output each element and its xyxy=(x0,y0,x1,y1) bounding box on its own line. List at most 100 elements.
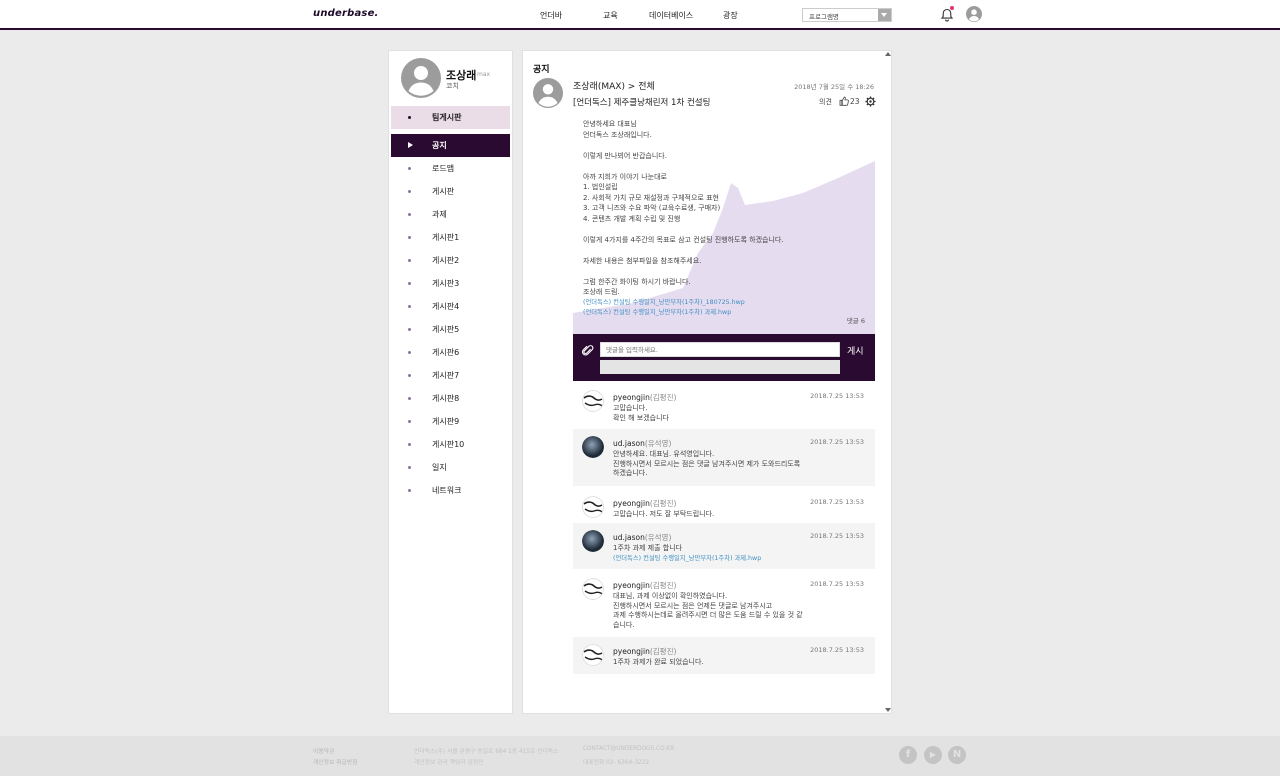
like-count: 23 xyxy=(850,97,860,106)
sidebar-item-6[interactable]: 게시판3 xyxy=(391,272,510,295)
notification-dot xyxy=(950,6,954,10)
sidebar-item-7[interactable]: 게시판4 xyxy=(391,295,510,318)
nav-education[interactable]: 교육 xyxy=(603,10,618,21)
facebook-icon[interactable]: f xyxy=(899,746,917,764)
bullet-icon xyxy=(408,190,411,193)
like-icon[interactable] xyxy=(839,96,849,106)
submit-comment-button[interactable]: 게시 xyxy=(847,344,864,357)
program-select[interactable]: 프로그램명 xyxy=(802,8,892,22)
attachment-link-2[interactable]: (언더독스) 컨설팅 수행일지_낭만부자(1주차) 과제.hwp xyxy=(583,307,731,316)
sidebar-item-0[interactable]: 공지 xyxy=(391,134,510,157)
nav-database[interactable]: 데이터베이스 xyxy=(649,10,693,21)
sidebar-item-label: 게시판6 xyxy=(432,348,460,357)
comment-username[interactable]: pyeongjin(김평진) xyxy=(613,498,676,509)
nav-square[interactable]: 광장 xyxy=(723,10,738,21)
comment-username[interactable]: ud.jason(유석영) xyxy=(613,532,671,543)
attachment-link-1[interactable]: (언더독스) 컨설팅 수행일지_낭만부자(1주차)_180725.hwp xyxy=(583,297,745,306)
profile-avatar-icon xyxy=(401,58,441,98)
attach-clip-icon[interactable] xyxy=(582,344,594,357)
bullet-icon xyxy=(408,116,411,119)
scroll-up-arrow-icon[interactable] xyxy=(885,52,891,56)
logo[interactable]: underbase. xyxy=(313,8,379,19)
bullet-icon xyxy=(408,167,411,170)
naver-icon[interactable]: N xyxy=(948,746,966,764)
sidebar-item-label: 과제 xyxy=(432,210,447,219)
sidebar-item-3[interactable]: 과제 xyxy=(391,203,510,226)
sidebar-item-4[interactable]: 게시판1 xyxy=(391,226,510,249)
comment-username[interactable]: pyeongjin(김평진) xyxy=(613,580,676,591)
bullet-icon xyxy=(408,259,411,262)
sidebar-item-5[interactable]: 게시판2 xyxy=(391,249,510,272)
comment-line: 안녕하세요. 대표님. 유석영입니다. xyxy=(613,450,715,458)
comment-user-id: pyeongjin xyxy=(613,393,650,402)
author-avatar-icon xyxy=(533,78,563,108)
top-header: underbase. 언더바 교육 데이터베이스 광장 프로그램명 xyxy=(0,0,1280,30)
privacy-link[interactable]: 개인정보 취급방침 xyxy=(313,757,358,766)
bell-icon[interactable] xyxy=(940,8,954,22)
comment-input-secondary[interactable] xyxy=(600,360,840,374)
opinion-button[interactable]: 의견 xyxy=(819,97,832,107)
comment-date: 2018.7.25 13:53 xyxy=(810,498,864,506)
comment-user-kname: (김평진) xyxy=(649,499,677,508)
play-arrow-icon xyxy=(408,142,413,148)
sidebar-item-12[interactable]: 게시판9 xyxy=(391,410,510,433)
post-line: 그럼 한주간 화이팅 하시기 바랍니다. xyxy=(583,277,691,286)
comment-text: 고맙습니다. 확인 해 보겠습니다 xyxy=(613,404,813,423)
comment-user-id: ud.jason xyxy=(613,439,645,448)
sidebar-item-label: 게시판2 xyxy=(432,256,460,265)
comment-item: ud.jason(유석영) 2018.7.25 13:53 안녕하세요. 대표님. … xyxy=(573,429,875,486)
bullet-icon xyxy=(408,328,411,331)
youtube-icon[interactable]: ▶ xyxy=(924,746,942,764)
comment-item: pyeongjin(김평진) 2018.7.25 13:53 고맙습니다. 저도 잘… xyxy=(573,489,875,522)
sidebar-item-label: 게시판 xyxy=(432,187,455,196)
user-avatar-icon[interactable] xyxy=(966,6,982,22)
post-line: 안녕하세요 대표님 xyxy=(583,120,637,128)
comment-user-id: ud.jason xyxy=(613,533,645,542)
comment-item: pyeongjin(김평진) 2018.7.25 13:53 고맙습니다. 확인 해 … xyxy=(573,383,875,427)
comment-user-kname: (김평진) xyxy=(649,581,677,590)
sidebar-item-15[interactable]: 네트워크 xyxy=(391,479,510,502)
bullet-icon xyxy=(408,466,411,469)
terms-link[interactable]: 이용약관 xyxy=(313,746,334,755)
page-title: 공지 xyxy=(533,65,550,75)
comment-line: 하겠습니다. xyxy=(613,469,648,477)
sidebar-item-label: 로드맵 xyxy=(432,164,455,173)
comment-attachment-link[interactable]: (언더독스) 컨설팅 수행일지_낭만부자(1주차) 과제.hwp xyxy=(613,554,813,564)
sidebar-item-8[interactable]: 게시판5 xyxy=(391,318,510,341)
bullet-icon xyxy=(408,213,411,216)
bullet-icon xyxy=(408,397,411,400)
gear-icon[interactable] xyxy=(865,96,876,107)
bullet-icon xyxy=(408,489,411,492)
comment-line: 습니다. xyxy=(613,620,635,629)
comment-avatar xyxy=(582,390,604,412)
sidebar-item-label: 일지 xyxy=(432,463,447,472)
scroll-down-arrow-icon[interactable] xyxy=(885,708,891,712)
nav-underbar[interactable]: 언더바 xyxy=(540,10,562,21)
post-author[interactable]: 조상래(MAX) > 전체 xyxy=(573,79,655,92)
sidebar-item-label: 공지 xyxy=(432,141,447,150)
sidebar-item-13[interactable]: 게시판10 xyxy=(391,433,510,456)
team-board-header[interactable]: 팀게시판 xyxy=(391,106,510,129)
contact-email: CONTACT@UNDERDOGS.CO.KR xyxy=(583,746,675,752)
sidebar-item-2[interactable]: 게시판 xyxy=(391,180,510,203)
post-line: 2. 사회적 가치 규모 재설정과 구체적으로 표현 xyxy=(583,193,719,202)
sidebar-item-1[interactable]: 로드맵 xyxy=(391,157,510,180)
bullet-icon xyxy=(408,305,411,308)
sidebar-item-10[interactable]: 게시판7 xyxy=(391,364,510,387)
privacy-manager: 개인정보 관리 책임자 김정민 xyxy=(414,760,484,766)
sidebar-item-9[interactable]: 게시판6 xyxy=(391,341,510,364)
post-line: 4. 콘텐츠 개발 계획 수립 및 진행 xyxy=(583,214,681,223)
comment-input[interactable] xyxy=(600,342,840,357)
post-line xyxy=(583,161,784,172)
comment-count: 댓글 6 xyxy=(846,317,865,325)
post-title: [언더독스] 제주클낭채린저 1차 컨설팅 xyxy=(573,98,711,108)
comment-username[interactable]: pyeongjin(김평진) xyxy=(613,646,676,657)
comment-item: pyeongjin(김평진) 2018.7.25 13:53 대표님, 과제 이상없… xyxy=(573,571,875,635)
comment-username[interactable]: pyeongjin(김평진) xyxy=(613,392,676,403)
chevron-down-icon xyxy=(878,9,891,21)
bullet-icon xyxy=(408,282,411,285)
sidebar-item-14[interactable]: 일지 xyxy=(391,456,510,479)
comment-username[interactable]: ud.jason(유석영) xyxy=(613,438,671,449)
sidebar-item-11[interactable]: 게시판8 xyxy=(391,387,510,410)
sidebar-item-label: 네트워크 xyxy=(432,486,462,495)
